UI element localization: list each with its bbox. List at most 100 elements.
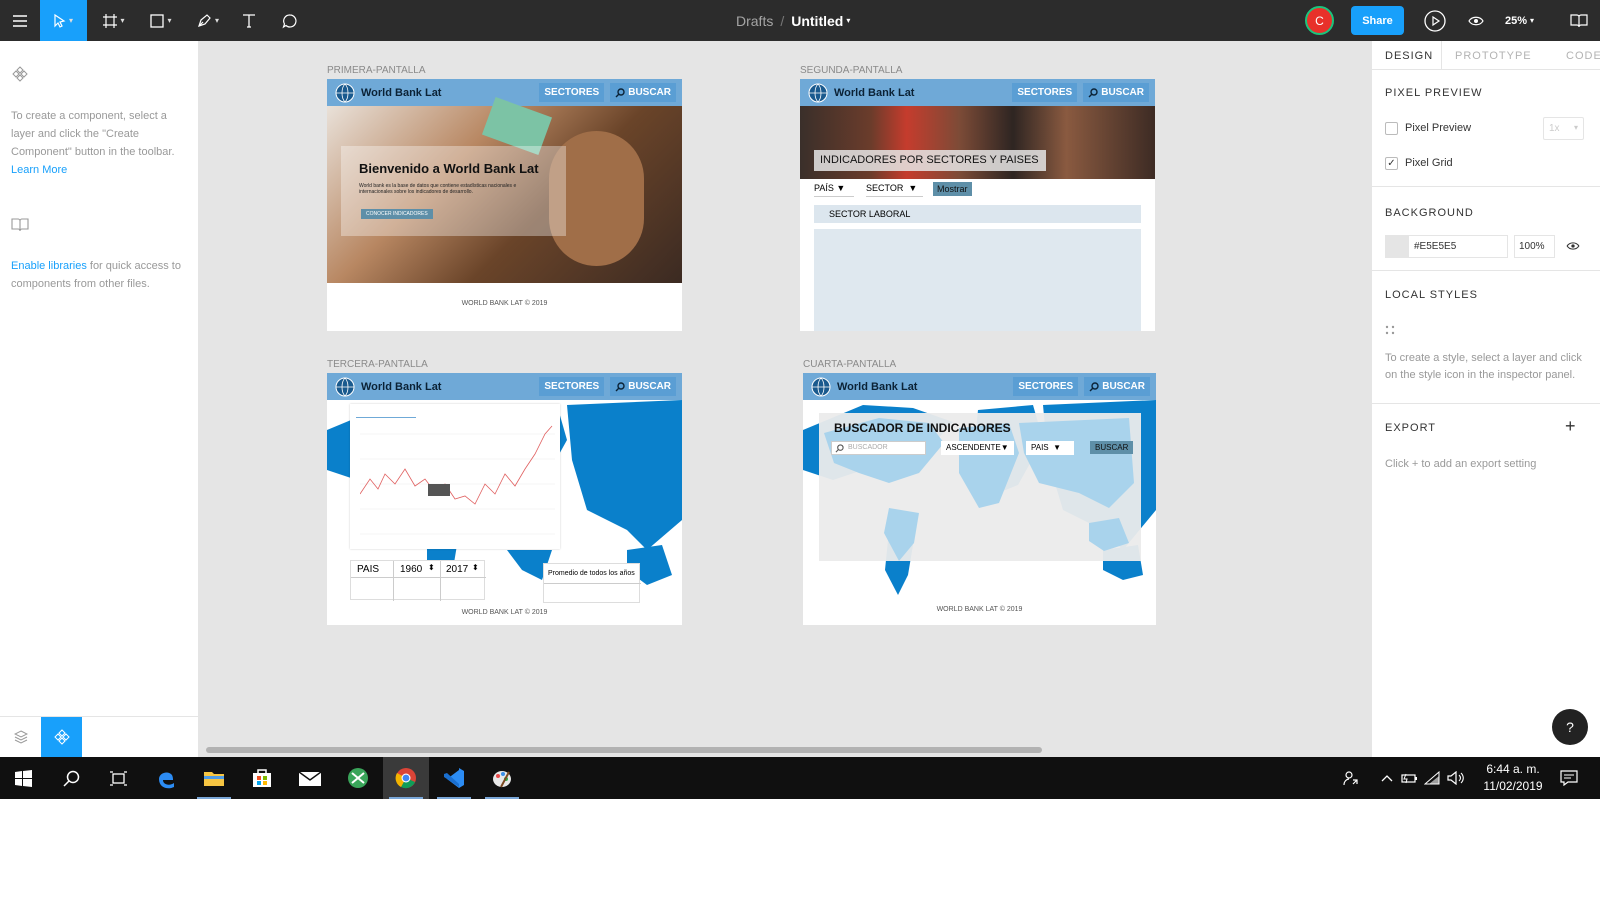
xbox-app-icon[interactable]: [335, 757, 381, 799]
table-divider: [351, 577, 486, 578]
pixel-preview-checkbox[interactable]: [1385, 122, 1398, 135]
left-panel-tabs: [0, 716, 199, 757]
wifi-icon[interactable]: [1421, 757, 1443, 799]
frame-label-cuarta[interactable]: CUARTA-PANTALLA: [803, 359, 896, 370]
globe-logo-icon: [335, 377, 355, 397]
breadcrumb-drafts[interactable]: Drafts: [736, 13, 773, 29]
document-title[interactable]: Drafts / Untitled ▾: [736, 0, 850, 41]
pixel-preview-scale-select[interactable]: 1x ▾: [1543, 117, 1584, 140]
people-icon[interactable]: [1336, 757, 1366, 799]
pais-select[interactable]: PAÍS ▼: [814, 183, 854, 197]
search-icon: [615, 87, 625, 97]
hamburger-menu-icon[interactable]: [0, 0, 40, 41]
eye-icon[interactable]: [1566, 241, 1580, 251]
bg-color-field[interactable]: #E5E5E5: [1385, 235, 1508, 258]
add-export-plus-icon[interactable]: +: [1565, 416, 1576, 437]
nav-sectores[interactable]: SECTORES: [539, 83, 605, 102]
task-view-icon[interactable]: [95, 757, 141, 799]
help-button[interactable]: ?: [1552, 709, 1588, 745]
nav-buscar[interactable]: BUSCAR: [610, 377, 676, 396]
user-avatar[interactable]: C: [1305, 6, 1334, 35]
learn-more-link[interactable]: Learn More: [11, 164, 67, 176]
year-to-stepper[interactable]: 2017 ⬍: [440, 561, 486, 601]
stepper-arrows-icon[interactable]: ⬍: [428, 563, 435, 572]
volume-icon[interactable]: [1444, 757, 1468, 799]
move-tool-button[interactable]: ▾: [40, 0, 87, 41]
bg-opacity-field[interactable]: 100%: [1514, 235, 1555, 258]
present-play-button[interactable]: [1418, 0, 1452, 41]
frame-tool-button[interactable]: ▾: [94, 0, 134, 41]
horizontal-scrollbar[interactable]: [206, 747, 1042, 753]
share-button[interactable]: Share: [1351, 6, 1404, 35]
footer-text: WORLD BANK LAT © 2019: [461, 300, 548, 307]
nav-buscar[interactable]: BUSCAR: [1084, 377, 1150, 396]
sector-select[interactable]: SECTOR ▼: [866, 183, 923, 197]
conocer-indicadores-button[interactable]: CONOCER INDICADORES: [361, 209, 433, 219]
notifications-icon[interactable]: [1552, 757, 1586, 799]
enable-libraries-link[interactable]: Enable libraries: [11, 260, 87, 272]
comment-tool-button[interactable]: [275, 0, 305, 41]
eye-icon: [1468, 16, 1484, 25]
pixel-grid-checkbox[interactable]: ✓: [1385, 157, 1398, 170]
chrome-icon[interactable]: [383, 757, 429, 799]
rectangle-icon: [150, 13, 165, 28]
pen-tool-button[interactable]: ▾: [187, 0, 229, 41]
file-name[interactable]: Untitled: [791, 13, 843, 29]
nav-sectores[interactable]: SECTORES: [1012, 83, 1078, 102]
pixel-preview-heading: PIXEL PREVIEW: [1385, 87, 1483, 99]
nav-sectores[interactable]: SECTORES: [539, 377, 605, 396]
nav-buscar[interactable]: BUSCAR: [610, 83, 676, 102]
frame-tercera-pantalla[interactable]: World Bank Lat SECTORES BUSCAR PAIS 1960…: [327, 373, 682, 625]
globe-logo-icon: [335, 83, 355, 103]
frame-cuarta-pantalla[interactable]: World Bank Lat SECTORES BUSCAR BUSCADOR …: [803, 373, 1156, 625]
file-explorer-icon[interactable]: [191, 757, 237, 799]
globe-logo-icon: [808, 83, 828, 103]
hero-title: Bienvenido a World Bank Lat: [359, 161, 539, 176]
chevron-down-icon[interactable]: ▾: [846, 16, 850, 25]
text-tool-button[interactable]: [234, 0, 264, 41]
battery-icon[interactable]: [1398, 757, 1420, 799]
windows-start-icon[interactable]: [0, 757, 46, 799]
vscode-icon[interactable]: [431, 757, 477, 799]
zoom-dropdown[interactable]: 25% ▾: [1505, 0, 1534, 41]
frame-label-tercera[interactable]: TERCERA-PANTALLA: [327, 359, 428, 370]
banner-title: INDICADORES POR SECTORES Y PAISES: [814, 150, 1046, 171]
shape-tool-button[interactable]: ▾: [141, 0, 181, 41]
view-settings-button[interactable]: [1460, 0, 1492, 41]
search-icon[interactable]: [48, 757, 94, 799]
clock-time: 6:44 a. m.: [1486, 762, 1540, 776]
resources-book-button[interactable]: [1564, 0, 1594, 41]
design-canvas[interactable]: PRIMERA-PANTALLA World Bank Lat SECTORES…: [199, 41, 1371, 757]
store-icon[interactable]: [239, 757, 285, 799]
tab-code[interactable]: CODE: [1566, 41, 1600, 70]
frame-label-segunda[interactable]: SEGUNDA-PANTALLA: [800, 65, 902, 76]
bg-color-swatch[interactable]: [1386, 236, 1409, 257]
year-from-value: 1960: [400, 564, 423, 575]
ascendente-select[interactable]: ASCENDENTE▼: [941, 441, 1014, 455]
frame-primera-pantalla[interactable]: World Bank Lat SECTORES BUSCAR Bienvenid…: [327, 79, 682, 331]
nav-buscar[interactable]: BUSCAR: [1083, 83, 1149, 102]
frame-label-primera[interactable]: PRIMERA-PANTALLA: [327, 65, 426, 76]
tab-prototype[interactable]: PROTOTYPE: [1455, 41, 1532, 70]
nav-sectores[interactable]: SECTORES: [1013, 377, 1079, 396]
year-from-stepper[interactable]: 1960 ⬍: [393, 561, 440, 601]
mail-icon[interactable]: [287, 757, 333, 799]
system-clock[interactable]: 6:44 a. m. 11/02/2019: [1478, 761, 1548, 795]
frame-segunda-pantalla[interactable]: World Bank Lat SECTORES BUSCAR INDICADOR…: [800, 79, 1155, 331]
wb-nav: SECTORES BUSCAR: [1013, 377, 1150, 396]
assets-panel: To create a component, select a layer an…: [0, 41, 199, 757]
stepper-arrows-icon[interactable]: ⬍: [472, 563, 479, 572]
bg-hex-value[interactable]: #E5E5E5: [1414, 241, 1456, 252]
paint-app-icon[interactable]: [479, 757, 525, 799]
edge-browser-icon[interactable]: [143, 757, 189, 799]
assets-tab[interactable]: [41, 717, 82, 757]
chevron-up-icon[interactable]: [1378, 757, 1396, 799]
wb-nav: SECTORES BUSCAR: [539, 83, 676, 102]
buscador-input[interactable]: BUSCADOR: [831, 441, 926, 455]
tab-design[interactable]: DESIGN: [1385, 41, 1433, 70]
mostrar-button[interactable]: Mostrar: [933, 182, 972, 196]
pixel-preview-section: PIXEL PREVIEW Pixel Preview 1x ▾ ✓ Pixel …: [1372, 70, 1600, 187]
layers-tab[interactable]: [0, 717, 41, 757]
pais-select[interactable]: PAIS ▼: [1026, 441, 1074, 455]
buscar-button[interactable]: BUSCAR: [1090, 441, 1134, 454]
